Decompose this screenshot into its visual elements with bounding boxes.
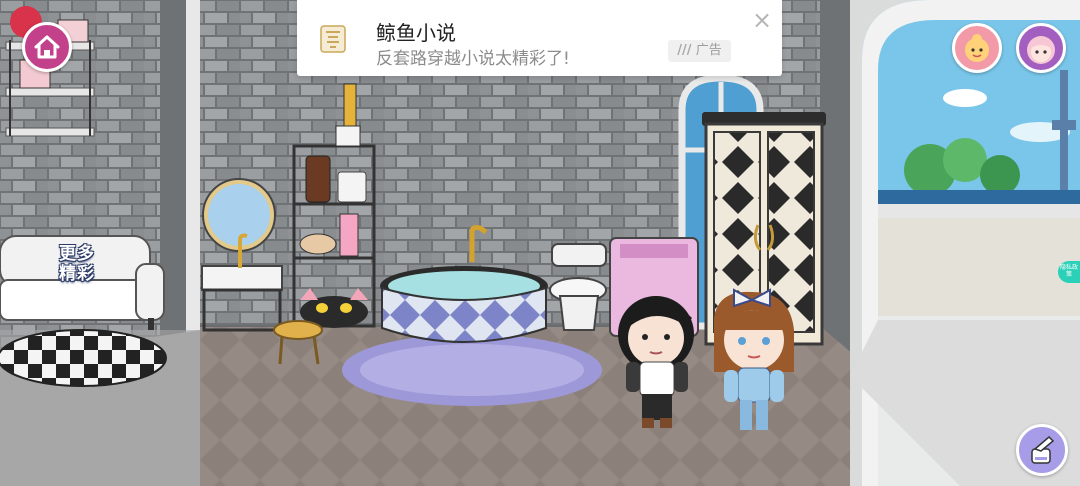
more-content-label[interactable]: 更多精彩	[52, 244, 102, 284]
home-button[interactable]	[22, 22, 72, 72]
ad-title: 鲸鱼小说	[376, 21, 456, 45]
novel-app-logo-icon	[320, 25, 346, 53]
ad-subtitle: 反套路穿越小说太精彩了!	[376, 49, 570, 69]
ad-tag: /// 广告	[668, 40, 731, 62]
paint-button[interactable]	[1016, 424, 1068, 476]
ad-tag-label: 广告	[695, 43, 722, 58]
ad-close-button[interactable]: ×	[752, 6, 772, 34]
ad-banner[interactable]: 鲸鱼小说 反套路穿越小说太精彩了! × /// 广告	[297, 0, 782, 76]
boy-avatar-icon	[965, 34, 989, 62]
paint-brush-icon	[1031, 435, 1055, 464]
boy-avatar-button[interactable]	[952, 23, 1002, 73]
ad-mark-icon: ///	[677, 43, 692, 58]
girl-avatar-icon	[1027, 36, 1055, 64]
privacy-policy-chip[interactable]: 隐私政策	[1058, 261, 1080, 283]
girl-avatar-button[interactable]	[1016, 23, 1066, 73]
home-icon	[34, 35, 60, 59]
